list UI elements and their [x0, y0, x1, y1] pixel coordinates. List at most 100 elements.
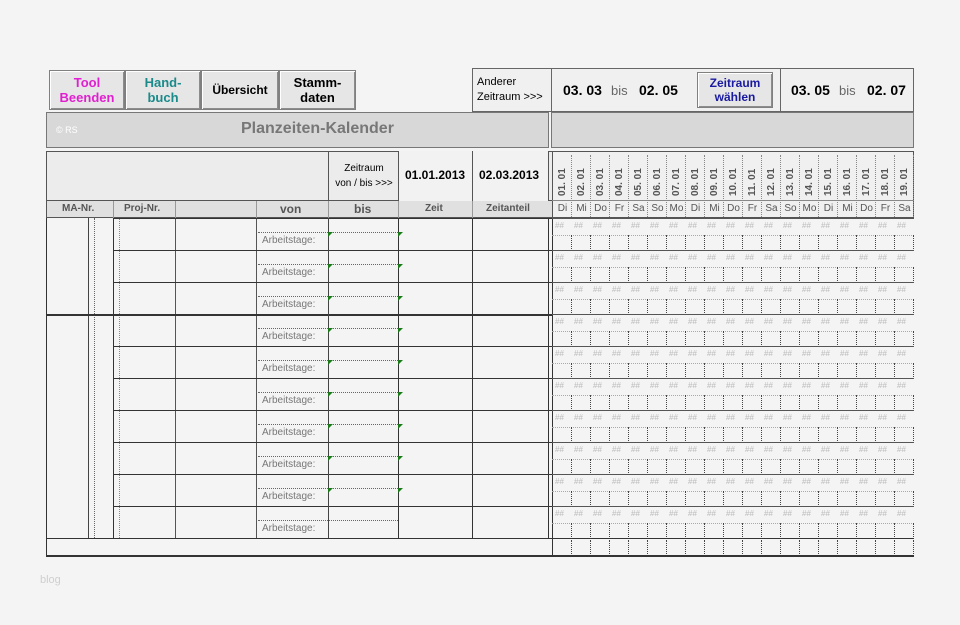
calendar-cell[interactable]: ##: [650, 349, 659, 358]
calendar-cell[interactable]: ##: [840, 221, 849, 230]
calendar-cell[interactable]: ##: [878, 221, 887, 230]
table-row[interactable]: [113, 410, 553, 411]
calendar-cell[interactable]: ##: [555, 381, 564, 390]
calendar-cell[interactable]: ##: [897, 285, 906, 294]
calendar-cell[interactable]: ##: [631, 221, 640, 230]
calendar-cell[interactable]: ##: [650, 221, 659, 230]
calendar-cell[interactable]: ##: [764, 317, 773, 326]
calendar-cell[interactable]: ##: [878, 285, 887, 294]
calendar-cell[interactable]: ##: [764, 477, 773, 486]
calendar-cell[interactable]: ##: [574, 477, 583, 486]
calendar-cell[interactable]: ##: [745, 349, 754, 358]
calendar-cell[interactable]: ##: [840, 509, 849, 518]
calendar-cell[interactable]: ##: [612, 349, 621, 358]
calendar-cell[interactable]: ##: [745, 477, 754, 486]
table-row[interactable]: [113, 218, 553, 219]
calendar-cell[interactable]: ##: [764, 253, 773, 262]
calendar-cell[interactable]: ##: [783, 413, 792, 422]
calendar-cell[interactable]: ##: [707, 285, 716, 294]
calendar-cell[interactable]: ##: [859, 221, 868, 230]
calendar-cell[interactable]: ##: [783, 317, 792, 326]
calendar-cell[interactable]: ##: [726, 445, 735, 454]
calendar-cell[interactable]: ##: [555, 285, 564, 294]
date-to[interactable]: 02.03.2013: [479, 168, 539, 182]
range1-to[interactable]: 02. 05: [639, 82, 678, 98]
calendar-cell[interactable]: ##: [726, 285, 735, 294]
calendar-cell[interactable]: ##: [745, 221, 754, 230]
calendar-cell[interactable]: ##: [688, 477, 697, 486]
calendar-cell[interactable]: ##: [688, 413, 697, 422]
table-row[interactable]: [113, 250, 553, 251]
calendar-cell[interactable]: ##: [707, 445, 716, 454]
calendar-cell[interactable]: ##: [802, 317, 811, 326]
calendar-cell[interactable]: ##: [707, 221, 716, 230]
table-row[interactable]: [113, 474, 553, 475]
range1-from[interactable]: 03. 03: [563, 82, 602, 98]
calendar-cell[interactable]: ##: [612, 221, 621, 230]
calendar-cell[interactable]: ##: [650, 413, 659, 422]
calendar-cell[interactable]: ##: [878, 349, 887, 358]
calendar-cell[interactable]: ##: [840, 381, 849, 390]
calendar-cell[interactable]: ##: [859, 253, 868, 262]
calendar-cell[interactable]: ##: [688, 317, 697, 326]
calendar-cell[interactable]: ##: [593, 221, 602, 230]
calendar-cell[interactable]: ##: [574, 445, 583, 454]
calendar-cell[interactable]: ##: [897, 509, 906, 518]
calendar-cell[interactable]: ##: [593, 317, 602, 326]
table-row[interactable]: [113, 378, 553, 379]
calendar-cell[interactable]: ##: [726, 221, 735, 230]
calendar-cell[interactable]: ##: [802, 285, 811, 294]
calendar-cell[interactable]: ##: [669, 285, 678, 294]
calendar-cell[interactable]: ##: [555, 445, 564, 454]
calendar-cell[interactable]: ##: [726, 253, 735, 262]
calendar-cell[interactable]: ##: [764, 509, 773, 518]
calendar-cell[interactable]: ##: [840, 445, 849, 454]
calendar-cell[interactable]: ##: [669, 221, 678, 230]
calendar-cell[interactable]: ##: [821, 285, 830, 294]
calendar-cell[interactable]: ##: [821, 509, 830, 518]
calendar-cell[interactable]: ##: [840, 285, 849, 294]
calendar-cell[interactable]: ##: [878, 253, 887, 262]
calendar-cell[interactable]: ##: [631, 477, 640, 486]
calendar-cell[interactable]: ##: [612, 285, 621, 294]
calendar-cell[interactable]: ##: [726, 349, 735, 358]
calendar-cell[interactable]: ##: [669, 381, 678, 390]
uebersicht-button[interactable]: Übersicht: [201, 70, 279, 110]
calendar-cell[interactable]: ##: [764, 381, 773, 390]
calendar-cell[interactable]: ##: [764, 349, 773, 358]
calendar-cell[interactable]: ##: [631, 253, 640, 262]
calendar-cell[interactable]: ##: [878, 381, 887, 390]
calendar-cell[interactable]: ##: [555, 349, 564, 358]
calendar-cell[interactable]: ##: [821, 253, 830, 262]
calendar-cell[interactable]: ##: [840, 349, 849, 358]
calendar-cell[interactable]: ##: [821, 477, 830, 486]
calendar-cell[interactable]: ##: [745, 509, 754, 518]
calendar-cell[interactable]: ##: [574, 253, 583, 262]
calendar-cell[interactable]: ##: [859, 285, 868, 294]
calendar-cell[interactable]: ##: [612, 509, 621, 518]
calendar-cell[interactable]: ##: [650, 285, 659, 294]
calendar-cell[interactable]: ##: [669, 317, 678, 326]
calendar-cell[interactable]: ##: [688, 381, 697, 390]
calendar-cell[interactable]: ##: [612, 317, 621, 326]
date-from[interactable]: 01.01.2013: [405, 168, 465, 182]
calendar-cell[interactable]: ##: [707, 349, 716, 358]
calendar-cell[interactable]: ##: [802, 477, 811, 486]
calendar-cell[interactable]: ##: [688, 253, 697, 262]
calendar-cell[interactable]: ##: [802, 509, 811, 518]
calendar-cell[interactable]: ##: [745, 253, 754, 262]
calendar-cell[interactable]: ##: [878, 317, 887, 326]
calendar-cell[interactable]: ##: [783, 509, 792, 518]
calendar-cell[interactable]: ##: [859, 317, 868, 326]
calendar-cell[interactable]: ##: [764, 221, 773, 230]
calendar-cell[interactable]: ##: [821, 445, 830, 454]
calendar-cell[interactable]: ##: [631, 349, 640, 358]
calendar-cell[interactable]: ##: [897, 317, 906, 326]
calendar-cell[interactable]: ##: [821, 221, 830, 230]
calendar-cell[interactable]: ##: [821, 381, 830, 390]
calendar-cell[interactable]: ##: [802, 349, 811, 358]
calendar-cell[interactable]: ##: [783, 221, 792, 230]
calendar-cell[interactable]: ##: [593, 285, 602, 294]
calendar-cell[interactable]: ##: [745, 445, 754, 454]
calendar-cell[interactable]: ##: [821, 317, 830, 326]
